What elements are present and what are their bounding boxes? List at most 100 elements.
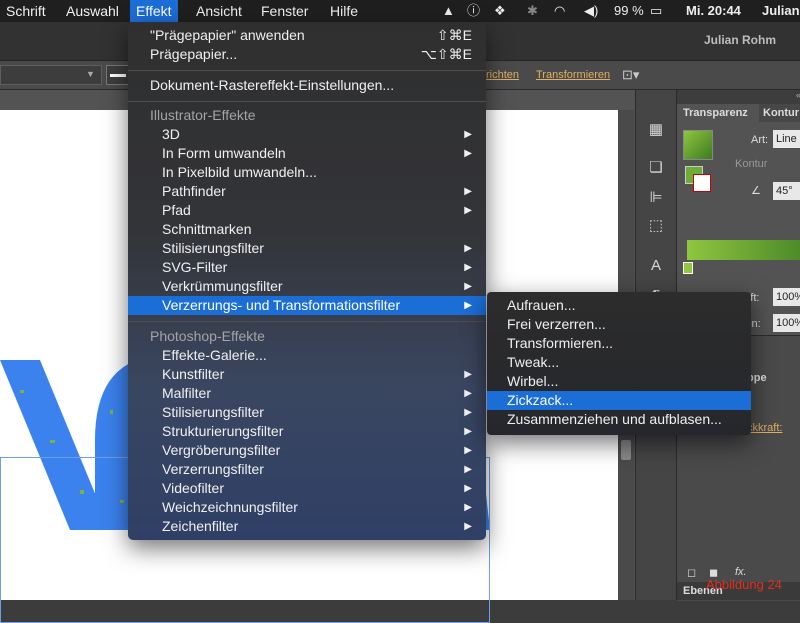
user-menu[interactable]: Julian xyxy=(762,0,800,22)
transform-icon[interactable]: ⬚ xyxy=(646,216,666,236)
chevron-right-icon: ▶ xyxy=(464,262,472,273)
menu-item-raster-settings[interactable]: Dokument-Rastereffekt-Einstellungen... xyxy=(128,76,486,95)
bluetooth-icon[interactable]: ✱ xyxy=(527,0,538,22)
menu-item-verzerrungs-transformationsfilter[interactable]: Verzerrungs- und Transformationsfilter ▶ xyxy=(128,296,486,315)
menu-item-schnittmarken[interactable]: Schnittmarken xyxy=(128,220,486,239)
cone-icon[interactable]: ▲ xyxy=(442,0,455,22)
chevron-right-icon: ▶ xyxy=(464,502,472,513)
submenu-item-zickzack[interactable]: Zickzack... xyxy=(487,391,751,410)
panel-collapse[interactable]: « xyxy=(677,90,800,104)
menu-item-3d[interactable]: 3D ▶ xyxy=(128,125,486,144)
menu-item-malfilter[interactable]: Malfilter ▶ xyxy=(128,384,486,403)
angle-icon: ∠ xyxy=(751,185,761,197)
gradient-stop[interactable] xyxy=(683,262,693,274)
kontur-label: Kontur xyxy=(735,158,768,170)
dropbox-icon[interactable]: ❖ xyxy=(494,0,506,22)
gradient-swatch[interactable] xyxy=(683,130,713,160)
submenu-item-frei-verzerren[interactable]: Frei verzerren... xyxy=(487,315,751,334)
chevron-right-icon: ▶ xyxy=(464,300,472,311)
menu-item-stilisierungsfilter[interactable]: Stilisierungsfilter ▶ xyxy=(128,239,486,258)
wifi-icon[interactable]: ◠ xyxy=(554,0,565,22)
chevron-right-icon: ▶ xyxy=(464,464,472,475)
art-label: Art: xyxy=(751,134,769,146)
position-field[interactable]: 100% xyxy=(773,314,800,332)
gradient-slider[interactable] xyxy=(687,240,800,260)
layers-icon[interactable]: ❏ xyxy=(646,158,666,178)
chevron-right-icon: ▶ xyxy=(464,243,472,254)
chevron-right-icon: ▶ xyxy=(464,186,472,197)
menu-item-zeichenfilter[interactable]: Zeichenfilter ▶ xyxy=(128,517,486,536)
chevron-down-icon[interactable]: ▼ xyxy=(86,69,95,79)
transform-link[interactable]: Transformieren xyxy=(536,69,610,81)
menu-item-verzerrungsfilter[interactable]: Verzerrungsfilter ▶ xyxy=(128,460,486,479)
menu-auswahl[interactable]: Auswahl xyxy=(60,0,125,22)
menu-item-in-form-umwandeln[interactable]: In Form umwandeln ▶ xyxy=(128,144,486,163)
angle-field[interactable]: 45° xyxy=(773,182,800,200)
menu-effekt[interactable]: Effekt xyxy=(130,0,178,22)
menu-bar: Schrift Auswahl Effekt Ansicht Fenster H… xyxy=(0,0,800,22)
chevron-right-icon: ▶ xyxy=(464,369,472,380)
menu-item-apply-praegepapier[interactable]: "Prägepapier" anwenden ⇧⌘E xyxy=(128,26,486,45)
isolate-icon[interactable]: ⊡▾ xyxy=(622,67,639,83)
chevron-right-icon: ▶ xyxy=(464,205,472,216)
menu-item-vergroeberungsfilter[interactable]: Vergröberungsfilter ▶ xyxy=(128,441,486,460)
info-icon[interactable]: ⓘ xyxy=(467,0,480,22)
menu-item-videofilter[interactable]: Videofilter ▶ xyxy=(128,479,486,498)
submenu-item-tweak[interactable]: Tweak... xyxy=(487,353,751,372)
scroll-thumb[interactable] xyxy=(621,440,631,460)
character-icon[interactable]: A xyxy=(646,256,666,276)
menu-schrift[interactable]: Schrift xyxy=(0,0,52,22)
menu-item-verkruemmungsfilter[interactable]: Verkrümmungsfilter ▶ xyxy=(128,277,486,296)
menu-fenster[interactable]: Fenster xyxy=(255,0,314,22)
tab-transparenz[interactable]: Transparenz xyxy=(679,104,752,122)
menu-item-stilisierungsfilter-ps[interactable]: Stilisierungsfilter ▶ xyxy=(128,403,486,422)
menu-header-illustrator: Illustrator-Effekte xyxy=(150,107,256,123)
chevron-right-icon: ▶ xyxy=(464,483,472,494)
align-icon[interactable]: ⊫ xyxy=(646,188,666,208)
menu-item-in-pixelbild[interactable]: In Pixelbild umwandeln... xyxy=(128,163,486,182)
menu-separator xyxy=(128,321,486,322)
menu-item-praegepapier[interactable]: Prägepapier... ⌥⇧⌘E xyxy=(128,45,486,64)
chevron-right-icon: ▶ xyxy=(464,281,472,292)
battery-percent[interactable]: 99 % xyxy=(614,0,644,22)
deckkraft-field[interactable]: 100% xyxy=(773,288,800,306)
grid-icon[interactable]: ▦ xyxy=(646,120,666,140)
chevron-right-icon: ▶ xyxy=(464,407,472,418)
submenu-item-aufrauen[interactable]: Aufrauen... xyxy=(487,296,751,315)
stroke-swatch[interactable] xyxy=(106,65,130,85)
align-link[interactable]: richten xyxy=(486,69,519,81)
chevron-right-icon: ▶ xyxy=(464,148,472,159)
menu-item-pathfinder[interactable]: Pathfinder ▶ xyxy=(128,182,486,201)
chevron-right-icon: ▶ xyxy=(464,445,472,456)
chevron-right-icon: ▶ xyxy=(464,426,472,437)
clock[interactable]: Mi. 20:44 xyxy=(686,0,741,22)
submenu-item-wirbel[interactable]: Wirbel... xyxy=(487,372,751,391)
opacity-link[interactable]: ckkraft: xyxy=(747,422,782,434)
account-name[interactable]: Julian Rohm xyxy=(704,33,776,47)
chevron-right-icon: ▶ xyxy=(464,388,472,399)
menu-ansicht[interactable]: Ansicht xyxy=(190,0,248,22)
figure-caption: Abbildung 24 xyxy=(706,577,782,592)
menu-item-svg-filter[interactable]: SVG-Filter ▶ xyxy=(128,258,486,277)
menu-separator xyxy=(128,101,486,102)
menu-hilfe[interactable]: Hilfe xyxy=(324,0,364,22)
art-select[interactable]: Line xyxy=(773,130,800,148)
new-layer-icon[interactable]: ◻ xyxy=(687,566,696,579)
menu-item-weichzeichnungsfilter[interactable]: Weichzeichnungsfilter ▶ xyxy=(128,498,486,517)
menu-item-effekte-galerie[interactable]: Effekte-Galerie... xyxy=(128,346,486,365)
stroke-color-swatch[interactable] xyxy=(693,174,711,192)
battery-icon[interactable]: ▭ xyxy=(650,0,662,22)
submenu-item-zusammenziehen[interactable]: Zusammenziehen und aufblasen... xyxy=(487,410,751,429)
menu-item-pfad[interactable]: Pfad ▶ xyxy=(128,201,486,220)
menu-item-kunstfilter[interactable]: Kunstfilter ▶ xyxy=(128,365,486,384)
submenu-item-transformieren[interactable]: Transformieren... xyxy=(487,334,751,353)
volume-icon[interactable]: ◀) xyxy=(584,0,598,22)
tab-kontur[interactable]: Kontur xyxy=(759,104,800,122)
menu-header-photoshop: Photoshop-Effekte xyxy=(150,328,265,344)
menu-item-strukturierungsfilter[interactable]: Strukturierungsfilter ▶ xyxy=(128,422,486,441)
verzerrungs-submenu: Aufrauen... Frei verzerren... Transformi… xyxy=(487,292,751,435)
chevron-right-icon: ▶ xyxy=(464,521,472,532)
chevron-right-icon: ▶ xyxy=(464,129,472,140)
menu-separator xyxy=(128,70,486,71)
effekt-menu: "Prägepapier" anwenden ⇧⌘E Prägepapier..… xyxy=(128,22,486,540)
